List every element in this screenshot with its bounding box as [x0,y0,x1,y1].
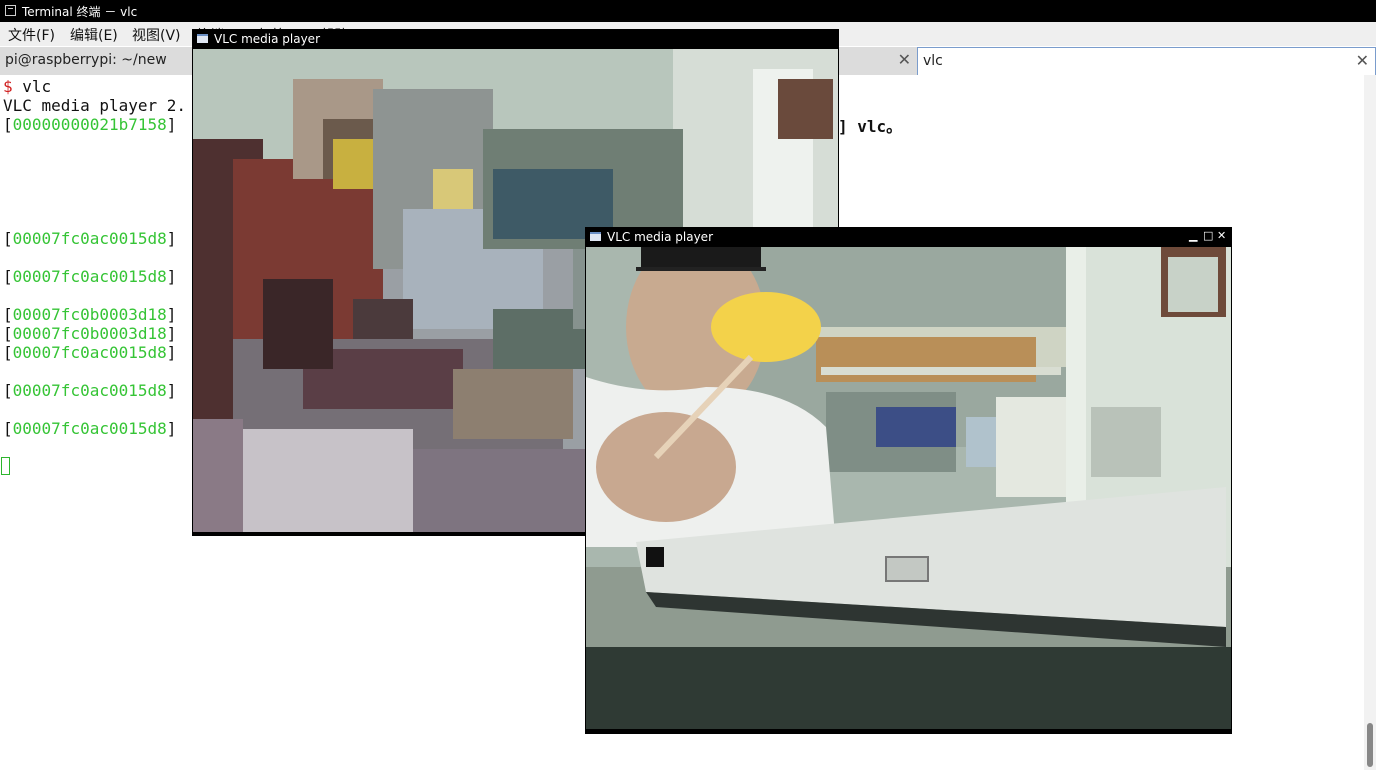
log-address: 00007fc0ac0015d8 [12,343,167,362]
tab-vlc[interactable]: vlc ✕ [917,47,1376,75]
vlc-window-title: VLC media player [214,32,321,46]
maximize-icon[interactable]: □ [1203,229,1213,242]
log-line: [00007fc0ac0015d8] [3,229,177,248]
close-icon[interactable]: ✕ [898,50,911,69]
command-text: vlc [12,77,52,96]
log-address: 00007fc0b0003d18 [12,305,167,324]
log-address: 00007fc0b0003d18 [12,324,167,343]
menu-edit[interactable]: 编辑(E) [70,25,118,45]
version-line: VLC media player 2. [3,96,187,115]
terminal-cursor [1,457,10,475]
terminal-titlebar: Terminal 终端 － vlc [0,0,1376,22]
log-line: [00007fc0b0003d18] [3,324,177,343]
video-frame-clear [586,247,1231,729]
vlc-window-icon [197,34,208,43]
log-line: [00007fc0ac0015d8] [3,381,177,400]
vlc-window-2[interactable]: VLC media player ▁ □ ✕ [585,227,1232,734]
log-line: [00007fc0ac0015d8] [3,419,177,438]
tab-label: pi@raspberrypi: ~/new [5,52,167,68]
tab-label: vlc [923,53,943,69]
close-icon[interactable]: ✕ [1217,229,1226,242]
log-address: 00007fc0ac0015d8 [12,267,167,286]
terminal-app-icon [5,5,16,16]
log-line: [00007fc0ac0015d8] [3,267,177,286]
log-address: 00000000021b7158 [12,115,167,134]
terminal-scrollbar[interactable] [1364,75,1376,770]
vlc-titlebar[interactable]: VLC media player [192,29,839,49]
menu-file[interactable]: 文件(F) [8,25,55,45]
vlc-window-title: VLC media player [607,230,714,244]
log-address: 00007fc0ac0015d8 [12,381,167,400]
log-line: [00000000021b7158] [3,115,177,134]
log-address: 00007fc0ac0015d8 [12,419,167,438]
scrollbar-thumb[interactable] [1367,723,1373,767]
vlc-titlebar[interactable]: VLC media player ▁ □ ✕ [585,227,1232,247]
command-line: $ vlc [3,77,51,96]
minimize-icon[interactable]: ▁ [1189,229,1197,242]
close-icon[interactable]: ✕ [1356,51,1369,70]
menu-view[interactable]: 视图(V) [132,25,181,45]
window-title: Terminal 终端 － vlc [22,5,138,19]
vlc-window-icon [590,232,601,241]
log-line: [00007fc0b0003d18] [3,305,177,324]
log-address: 00007fc0ac0015d8 [12,229,167,248]
log-line: [00007fc0ac0015d8] [3,343,177,362]
prompt-symbol: $ [3,77,13,96]
output-text-fragment: ] vlc。 [838,117,903,136]
webcam-video-image [586,247,1231,729]
